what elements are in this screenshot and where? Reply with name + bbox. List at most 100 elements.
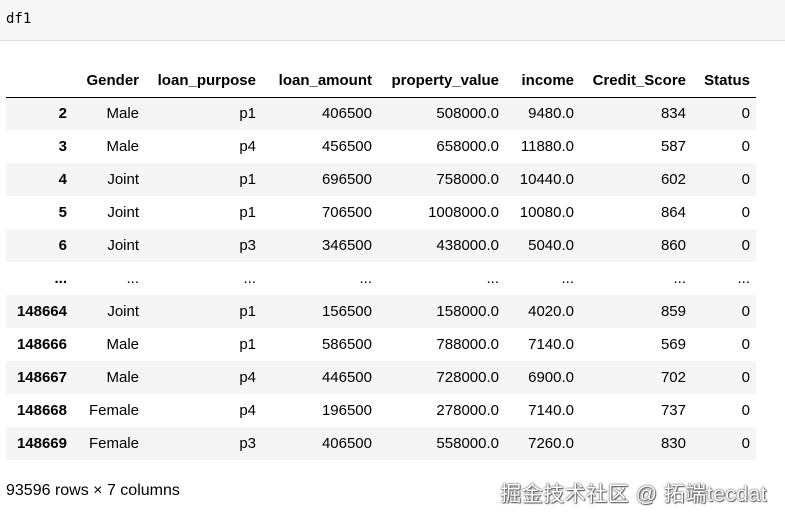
- cell-gender: Female: [88, 435, 139, 452]
- cell-status: 0: [741, 336, 750, 353]
- cell-property-value: ...: [486, 270, 499, 287]
- cell-gender: Male: [106, 336, 139, 353]
- cell-loan-purpose: p4: [239, 138, 256, 155]
- table-row: 2 Male p1 406500 508000.0 9480.0 834 0: [6, 97, 756, 130]
- row-index: 4: [58, 171, 67, 188]
- cell-loan-amount: 586500: [321, 336, 372, 353]
- row-index: 2: [58, 105, 67, 123]
- cell-status: 0: [741, 435, 750, 452]
- dataframe-shape-text: 93596 rows × 7 columns: [6, 482, 180, 499]
- cell-property-value: 158000.0: [436, 303, 499, 320]
- cell-gender: Joint: [107, 237, 139, 254]
- header-status: Status: [692, 64, 756, 98]
- table-row: 148669 Female p3 406500 558000.0 7260.0 …: [6, 427, 756, 460]
- cell-income: 7260.0: [528, 435, 574, 452]
- header-gender: Gender: [73, 64, 145, 98]
- row-index: 148666: [16, 336, 67, 353]
- cell-property-value: 278000.0: [436, 402, 499, 419]
- cell-credit-score: 859: [660, 303, 686, 320]
- cell-status: ...: [737, 270, 750, 287]
- cell-status: 0: [741, 171, 750, 188]
- header-loan-amount: loan_amount: [262, 64, 378, 98]
- cell-loan-amount: 156500: [321, 303, 372, 320]
- cell-status: 0: [741, 237, 750, 254]
- cell-credit-score: 864: [660, 204, 686, 221]
- cell-property-value: 658000.0: [436, 138, 499, 155]
- header-credit-score: Credit_Score: [580, 64, 692, 98]
- cell-loan-purpose: p3: [239, 237, 256, 254]
- cell-property-value: 1008000.0: [428, 204, 499, 221]
- cell-credit-score: 737: [660, 402, 686, 419]
- cell-credit-score: 830: [660, 435, 686, 452]
- cell-loan-purpose: p1: [239, 105, 256, 123]
- cell-loan-purpose: p3: [239, 435, 256, 452]
- cell-property-value: 728000.0: [436, 369, 499, 386]
- cell-loan-purpose: p1: [239, 303, 256, 320]
- cell-property-value: 438000.0: [436, 237, 499, 254]
- header-loan-purpose: loan_purpose: [145, 64, 262, 98]
- cell-loan-amount: 406500: [321, 105, 372, 123]
- table-row: 148666 Male p1 586500 788000.0 7140.0 56…: [6, 328, 756, 361]
- table-row: 4 Joint p1 696500 758000.0 10440.0 602 0: [6, 163, 756, 196]
- table-row: 148668 Female p4 196500 278000.0 7140.0 …: [6, 394, 756, 427]
- cell-credit-score: ...: [673, 270, 686, 287]
- cell-status: 0: [741, 303, 750, 320]
- cell-loan-amount: 706500: [321, 204, 372, 221]
- cell-status: 0: [741, 105, 750, 123]
- cell-status: 0: [741, 369, 750, 386]
- cell-loan-amount: 456500: [321, 138, 372, 155]
- cell-gender: Male: [106, 369, 139, 386]
- cell-income: 10440.0: [519, 171, 574, 188]
- table-row: 5 Joint p1 706500 1008000.0 10080.0 864 …: [6, 196, 756, 229]
- cell-property-value: 758000.0: [436, 171, 499, 188]
- cell-gender: Male: [106, 138, 139, 155]
- cell-income: 7140.0: [528, 336, 574, 353]
- cell-loan-purpose: p1: [239, 204, 256, 221]
- cell-property-value: 508000.0: [436, 105, 499, 123]
- row-index: ...: [54, 270, 67, 287]
- watermark-text: 掘金技术社区 @ 拓端tecdat: [500, 483, 767, 506]
- row-index: 148668: [16, 402, 67, 419]
- cell-credit-score: 702: [660, 369, 686, 386]
- row-index: 148667: [16, 369, 67, 386]
- table-row-ellipsis: ... ... ... ... ... ... ... ...: [6, 262, 756, 295]
- cell-gender: Male: [106, 105, 139, 123]
- cell-income: 4020.0: [528, 303, 574, 320]
- cell-credit-score: 834: [660, 105, 686, 123]
- cell-status: 0: [741, 402, 750, 419]
- table-row: 3 Male p4 456500 658000.0 11880.0 587 0: [6, 130, 756, 163]
- cell-income: 5040.0: [528, 237, 574, 254]
- cell-loan-purpose: ...: [243, 270, 256, 287]
- cell-loan-amount: 406500: [321, 435, 372, 452]
- row-index: 3: [58, 138, 67, 155]
- table-row: 148667 Male p4 446500 728000.0 6900.0 70…: [6, 361, 756, 394]
- cell-credit-score: 569: [660, 336, 686, 353]
- cell-loan-amount: 196500: [321, 402, 372, 419]
- row-index: 6: [58, 237, 67, 254]
- cell-property-value: 788000.0: [436, 336, 499, 353]
- dataframe-table: Gender loan_purpose loan_amount property…: [6, 64, 756, 460]
- row-index: 5: [58, 204, 67, 221]
- table-row: 6 Joint p3 346500 438000.0 5040.0 860 0: [6, 229, 756, 262]
- cell-income: 9480.0: [528, 105, 574, 123]
- cell-property-value: 558000.0: [436, 435, 499, 452]
- cell-gender: Joint: [107, 204, 139, 221]
- cell-credit-score: 602: [660, 171, 686, 188]
- row-index: 148669: [16, 435, 67, 452]
- cell-status: 0: [741, 138, 750, 155]
- code-input-cell[interactable]: df1: [0, 0, 785, 41]
- header-property-value: property_value: [378, 64, 505, 98]
- cell-loan-amount: 346500: [321, 237, 372, 254]
- cell-loan-purpose: p1: [239, 336, 256, 353]
- cell-loan-amount: 446500: [321, 369, 372, 386]
- cell-income: ...: [561, 270, 574, 287]
- cell-income: 6900.0: [528, 369, 574, 386]
- cell-gender: Female: [88, 402, 139, 419]
- table-header-row: Gender loan_purpose loan_amount property…: [6, 64, 756, 98]
- row-index: 148664: [16, 303, 67, 320]
- cell-credit-score: 860: [660, 237, 686, 254]
- code-input-text: df1: [6, 11, 32, 27]
- header-income: income: [505, 64, 580, 98]
- cell-gender: Joint: [107, 171, 139, 188]
- cell-credit-score: 587: [660, 138, 686, 155]
